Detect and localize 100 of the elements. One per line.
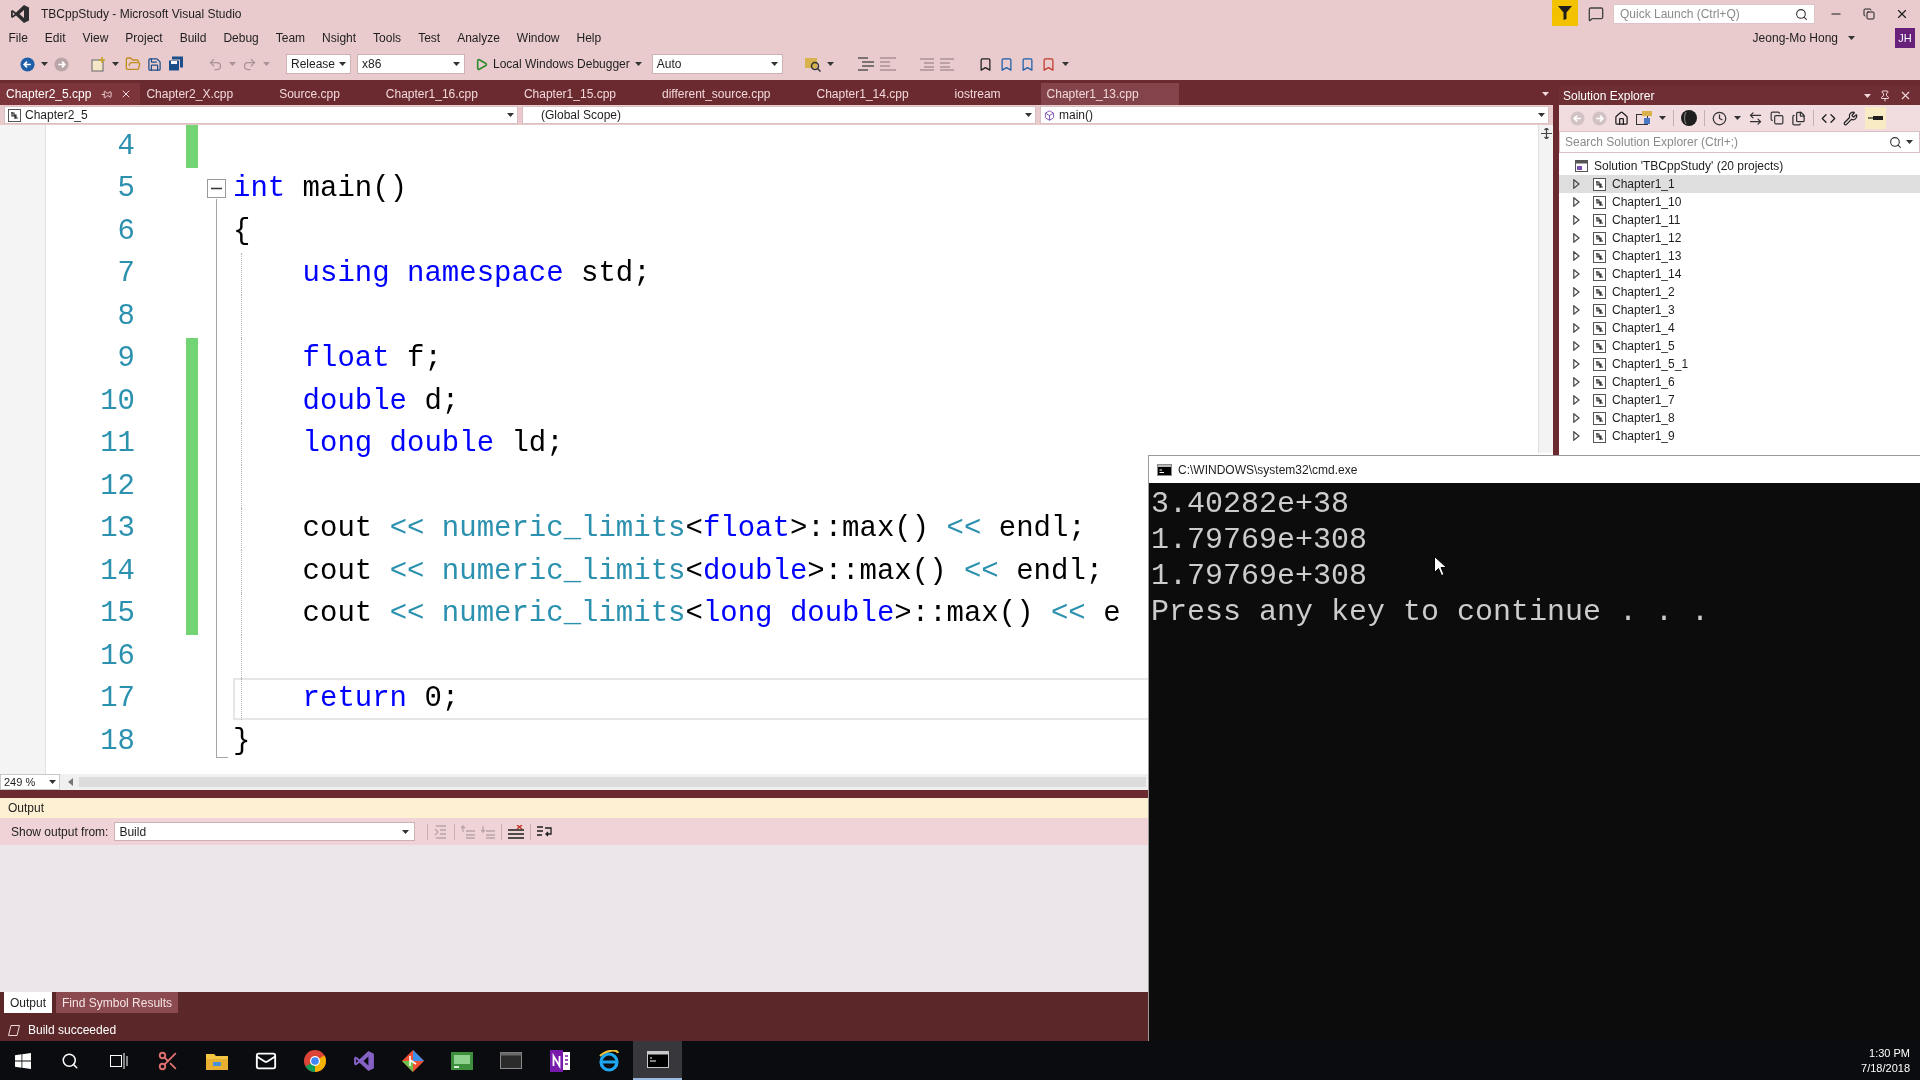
collapsed-arrow-icon[interactable] [1573,377,1580,387]
toolbar-dropdown[interactable]: Release [286,54,351,74]
caret-icon[interactable] [634,62,642,66]
zoom-dropdown[interactable]: 249 % [0,774,60,790]
menu-item[interactable]: Test [409,29,449,47]
save-all-icon[interactable] [168,56,184,72]
collapsed-arrow-icon[interactable] [1573,395,1580,405]
caret-icon[interactable] [402,829,410,834]
close-icon[interactable] [1899,89,1912,102]
collapsed-arrow-icon[interactable] [1573,431,1580,441]
tree-item[interactable]: Chapter1_14 [1559,265,1920,283]
file-tab[interactable]: Chapter1_14.cpp [810,83,949,105]
collapsed-arrow-icon[interactable] [1573,413,1580,423]
collapsed-arrow-icon[interactable] [1573,251,1580,261]
solution-node[interactable]: Solution 'TBCppStudy' (20 projects) [1559,157,1920,175]
word-wrap-icon[interactable] [537,824,554,839]
menu-item[interactable]: Edit [36,29,75,47]
account-avatar[interactable]: JH [1895,28,1915,48]
caret-icon[interactable] [1906,140,1913,144]
search-field[interactable]: Search Solution Explorer (Ctrl+;) [1559,131,1920,153]
tree-item[interactable]: Chapter1_6 [1559,373,1920,391]
clock-time[interactable]: 1:30 PM [1869,1045,1910,1061]
files-icon[interactable] [1791,110,1806,126]
panel-tab[interactable]: Output [4,992,53,1013]
menu-item[interactable]: Build [171,29,215,47]
tree-item[interactable]: Chapter1_2 [1559,283,1920,301]
run-button[interactable]: Local Windows Debugger [471,54,646,74]
cube-icon[interactable] [1044,109,1055,121]
panel-tab[interactable]: Find Symbol Results [56,992,179,1013]
dash-bar-icon[interactable] [1865,107,1886,129]
collapsed-arrow-icon[interactable] [1573,233,1580,243]
menu-item[interactable]: Tools [364,29,410,47]
tree-item[interactable]: Chapter1_3 [1559,301,1920,319]
menu-item[interactable]: Debug [214,29,268,47]
caret-icon[interactable] [770,62,778,66]
caret-icon[interactable] [1864,93,1871,98]
search-icon[interactable] [1889,135,1902,149]
restore-icon[interactable] [1863,8,1875,20]
collapsed-arrow-icon[interactable] [1573,197,1580,207]
collapse-icon[interactable] [206,179,226,199]
project-dropdown[interactable]: Chapter2_5 [4,106,518,124]
menu-item[interactable]: View [74,29,117,47]
close-icon[interactable] [1895,7,1909,21]
collapsed-arrow-icon[interactable] [1573,305,1580,315]
scroll-left-icon[interactable] [68,778,73,786]
toolbar-dropdown[interactable]: x86 [357,54,465,74]
member-dropdown[interactable]: main() [1040,106,1549,124]
wrench-icon[interactable] [1843,110,1858,126]
views-icon[interactable] [1636,111,1652,125]
caret-icon[interactable] [1025,113,1032,117]
menu-item[interactable]: File [0,29,37,47]
clock-date[interactable]: 7/18/2018 [1861,1060,1910,1076]
tree-item[interactable]: Chapter1_4 [1559,319,1920,337]
tree-item[interactable]: Chapter1_5_1 [1559,355,1920,373]
tree-item[interactable]: Chapter1_9 [1559,427,1920,445]
pin-icon[interactable] [1879,89,1891,102]
collapsed-arrow-icon[interactable] [1573,341,1580,351]
output-source-dropdown[interactable]: Build [114,822,416,841]
file-tab[interactable]: Chapter1_15.cpp [517,83,656,105]
file-tab[interactable]: Chapter1_13.cpp [1040,83,1179,105]
caret-icon[interactable] [826,62,834,66]
tree-item[interactable]: Chapter1_11 [1559,211,1920,229]
caret-icon[interactable] [112,62,119,66]
tree-item[interactable]: Chapter1_7 [1559,391,1920,409]
caret-icon[interactable] [1538,113,1545,117]
caret-icon[interactable] [1734,116,1741,120]
menu-item[interactable]: Project [116,29,172,47]
account-name[interactable]: Jeong-Mo Hong [1752,29,1838,47]
caret-icon[interactable] [41,62,48,66]
file-tab[interactable]: Chapter1_16.cpp [379,83,518,105]
caret-icon[interactable] [1659,116,1666,120]
collapsed-arrow-icon[interactable] [1573,359,1580,369]
search-icon[interactable] [1795,7,1808,21]
tree-item[interactable]: Chapter1_1 [1559,175,1920,193]
caret-icon[interactable] [49,780,56,784]
file-tab[interactable]: Chapter2_5.cpp [0,83,141,105]
vertical-scrollbar[interactable] [1538,125,1553,453]
collapsed-arrow-icon[interactable] [1573,215,1580,225]
quick-launch-field[interactable]: Quick Launch (Ctrl+Q) [1613,4,1815,24]
back-icon[interactable] [20,56,35,72]
tree-item[interactable]: Chapter1_13 [1559,247,1920,265]
menu-item[interactable]: Help [568,29,610,47]
two-way-arrows-icon[interactable] [1748,110,1763,126]
caret-icon[interactable] [453,62,460,66]
collapsed-arrow-icon[interactable] [1573,269,1580,279]
menu-item[interactable]: Analyze [448,29,509,47]
caret-icon[interactable] [507,113,514,117]
tree-item[interactable]: Chapter1_12 [1559,229,1920,247]
speech-bubble-icon[interactable] [1588,6,1604,22]
toolbar-dropdown[interactable]: Auto [651,54,783,74]
file-tab[interactable]: iostream [948,83,1041,105]
file-tab[interactable]: Source.cpp [273,83,380,105]
tree-item[interactable]: Chapter1_10 [1559,193,1920,211]
collapsed-arrow-icon[interactable] [1573,287,1580,297]
filter-icon[interactable] [1552,0,1578,26]
pin-icon[interactable] [101,88,113,100]
file-tab[interactable]: Chapter2_X.cpp [140,83,274,105]
save-icon[interactable] [147,56,162,72]
taskbar-button[interactable] [633,1041,682,1080]
play-icon[interactable] [475,57,488,71]
